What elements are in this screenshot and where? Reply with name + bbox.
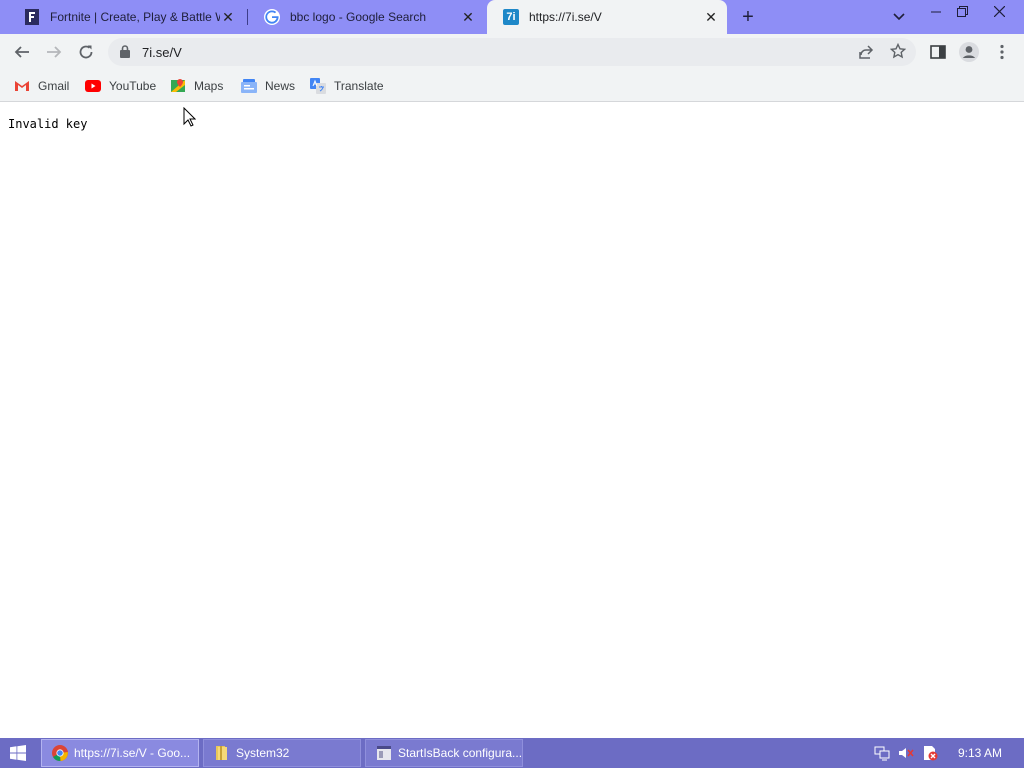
taskbar-clock[interactable]: 9:13 AM xyxy=(958,746,1002,760)
news-icon xyxy=(241,78,257,94)
bookmark-label: Maps xyxy=(194,79,224,93)
page-content: Invalid key xyxy=(0,102,1024,738)
address-bar[interactable]: 7i.se/V xyxy=(108,38,916,66)
close-icon[interactable]: ✕ xyxy=(220,9,236,25)
tab-fortnite[interactable]: Fortnite | Create, Play & Battle W ✕ xyxy=(8,0,244,34)
taskbar-item-label: https://7i.se/V - Goo... xyxy=(74,746,191,760)
site-icon-text: 7i xyxy=(506,11,516,23)
taskbar-item-system32[interactable]: System32 xyxy=(203,739,361,767)
bookmark-label: News xyxy=(265,79,296,93)
bookmarks-bar: Gmail YouTube Maps News Translate xyxy=(0,70,1024,102)
bookmark-label: YouTube xyxy=(109,79,157,93)
bookmark-news[interactable]: News xyxy=(241,76,295,96)
bookmark-translate[interactable]: Translate xyxy=(310,76,384,96)
new-tab-label: + xyxy=(742,5,754,28)
taskbar-item-label: StartIsBack configura... xyxy=(398,746,522,760)
taskbar-item-startisback[interactable]: StartIsBack configura... xyxy=(365,739,523,767)
lock-icon[interactable] xyxy=(120,45,130,63)
close-window-button[interactable] xyxy=(984,0,1014,26)
taskbar: https://7i.se/V - Goo... System32 StartI… xyxy=(0,738,1024,768)
back-button[interactable] xyxy=(10,40,34,64)
error-message: Invalid key xyxy=(8,117,88,131)
chrome-icon xyxy=(52,745,68,761)
tab-title: https://7i.se/V xyxy=(529,10,602,24)
bookmark-label: Translate xyxy=(334,79,384,93)
side-panel-icon[interactable] xyxy=(926,40,950,64)
restore-button[interactable] xyxy=(947,0,977,26)
taskbar-item-chrome[interactable]: https://7i.se/V - Goo... xyxy=(41,739,199,767)
reload-button[interactable] xyxy=(74,40,98,64)
bookmark-youtube[interactable]: YouTube xyxy=(85,76,156,96)
action-center-icon[interactable] xyxy=(922,745,938,761)
star-icon[interactable] xyxy=(889,42,907,64)
network-icon[interactable] xyxy=(874,745,890,761)
bookmark-label: Gmail xyxy=(38,79,70,93)
google-icon xyxy=(264,9,280,25)
profile-avatar[interactable] xyxy=(957,40,981,64)
fortnite-icon xyxy=(24,9,40,25)
translate-icon xyxy=(310,78,326,94)
tab-title: Fortnite | Create, Play & Battle W xyxy=(50,10,220,24)
mouse-cursor-icon xyxy=(183,106,197,132)
start-button[interactable] xyxy=(10,745,26,766)
new-tab-button[interactable]: + xyxy=(733,2,763,32)
tab-google-search[interactable]: bbc logo - Google Search ✕ xyxy=(248,0,484,34)
url-text: 7i.se/V xyxy=(142,45,182,60)
tab-search-icon[interactable] xyxy=(884,2,914,32)
taskbar-item-label: System32 xyxy=(236,746,290,760)
share-icon[interactable] xyxy=(858,44,874,65)
tab-7i[interactable]: 7i https://7i.se/V ✕ xyxy=(487,0,727,34)
maps-icon xyxy=(170,78,186,94)
gmail-icon xyxy=(14,78,30,94)
browser-toolbar: 7i.se/V xyxy=(0,34,1024,70)
youtube-icon xyxy=(85,78,101,94)
tab-title: bbc logo - Google Search xyxy=(290,10,427,24)
forward-button[interactable] xyxy=(42,40,66,64)
folder-icon xyxy=(214,745,230,761)
bookmark-maps[interactable]: Maps xyxy=(170,76,223,96)
volume-muted-icon[interactable] xyxy=(898,745,914,761)
tab-strip: Fortnite | Create, Play & Battle W ✕ bbc… xyxy=(0,0,1024,34)
menu-icon[interactable] xyxy=(990,40,1014,64)
settings-window-icon xyxy=(376,745,392,761)
close-icon[interactable]: ✕ xyxy=(703,9,719,25)
bookmark-gmail[interactable]: Gmail xyxy=(14,76,69,96)
7i-site-icon: 7i xyxy=(503,9,519,25)
close-icon[interactable]: ✕ xyxy=(460,9,476,25)
